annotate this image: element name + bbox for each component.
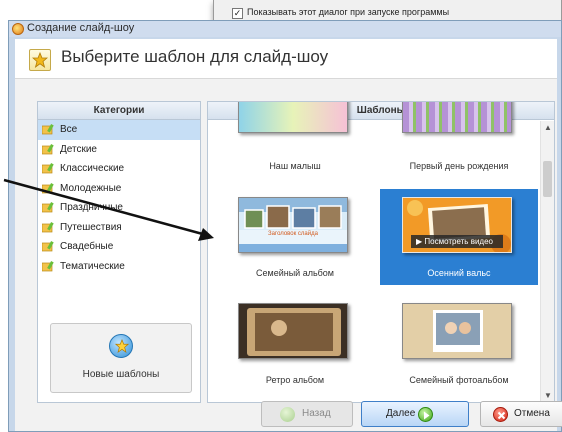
template-item-family-album[interactable]: Заголовок слайда Семейный альбом xyxy=(216,189,374,285)
new-templates-button[interactable]: Новые шаблоны xyxy=(50,323,192,393)
template-caption: Семейный фотоальбом xyxy=(409,375,509,385)
categories-list: Все Детские Классические Молодежные Праз… xyxy=(38,120,200,276)
back-button[interactable]: Назад xyxy=(261,401,353,427)
cancel-button[interactable]: Отмена xyxy=(480,401,562,427)
template-item-retro-album[interactable]: Ретро альбом xyxy=(216,293,374,393)
show-on-startup-checkbox[interactable]: ✓ xyxy=(232,8,243,19)
cancel-x-icon xyxy=(493,407,508,422)
scroll-up-icon[interactable]: ▲ xyxy=(541,121,554,135)
cancel-button-label: Отмена xyxy=(514,408,550,419)
category-item-kids[interactable]: Детские xyxy=(38,140,200,160)
template-caption: Наш малыш xyxy=(269,161,321,171)
next-arrow-icon xyxy=(418,407,433,422)
category-item-wedding[interactable]: Свадебные xyxy=(38,237,200,257)
star-template-icon xyxy=(29,49,51,71)
folder-pencil-icon xyxy=(42,260,54,271)
back-button-label: Назад xyxy=(302,408,331,419)
category-item-travel[interactable]: Путешествия xyxy=(38,218,200,238)
watch-video-button[interactable]: ▶ Посмотреть видео xyxy=(411,235,503,248)
template-thumbnail xyxy=(402,102,512,133)
category-label: Свадебные xyxy=(60,241,114,252)
category-item-all[interactable]: Все xyxy=(38,120,200,140)
window-title: Создание слайд-шоу xyxy=(27,22,135,34)
page-title: Выберите шаблон для слайд-шоу xyxy=(61,47,329,66)
screenshot-root: ✓ Показывать этот диалог при запуске про… xyxy=(0,0,562,432)
window-titlebar: Создание слайд-шоу xyxy=(9,21,561,37)
template-item-autumn-waltz[interactable]: ▶ Посмотреть видео Осенний вальс xyxy=(380,189,538,285)
category-item-classic[interactable]: Классические xyxy=(38,159,200,179)
wizard-header: Выберите шаблон для слайд-шоу xyxy=(15,39,557,79)
next-button[interactable]: Далее xyxy=(361,401,469,427)
folder-pencil-icon xyxy=(42,143,54,154)
template-thumbnail xyxy=(238,102,348,133)
category-label: Тематические xyxy=(60,260,125,272)
template-thumbnail xyxy=(402,303,512,359)
folder-pencil-icon xyxy=(42,163,54,174)
templates-panel: Шаблоны Наш малыш Первый день рождения З… xyxy=(207,101,555,403)
categories-header: Категории xyxy=(38,102,200,120)
category-label: Молодежные xyxy=(60,182,122,194)
templates-grid: Наш малыш Первый день рождения Заголовок… xyxy=(208,102,540,402)
folder-pencil-icon xyxy=(42,241,54,252)
categories-panel: Категории Все Детские Классические Молод… xyxy=(37,101,201,403)
template-thumbnail: ▶ Посмотреть видео xyxy=(402,197,512,253)
scroll-thumb[interactable] xyxy=(543,161,552,197)
template-item-first-birthday[interactable]: Первый день рождения xyxy=(380,102,538,183)
new-templates-label: Новые шаблоны xyxy=(82,369,160,380)
folder-pencil-icon xyxy=(42,124,54,135)
folder-pencil-icon xyxy=(42,202,54,213)
wizard-content: Выберите шаблон для слайд-шоу Категории … xyxy=(15,39,557,431)
category-label: Праздничные xyxy=(60,202,123,213)
star-globe-icon xyxy=(109,334,133,358)
template-caption: Ретро альбом xyxy=(265,375,325,385)
category-label: Все xyxy=(60,124,78,135)
category-item-holiday[interactable]: Праздничные xyxy=(38,198,200,218)
next-button-label: Далее xyxy=(386,408,416,419)
template-caption: Семейный альбом xyxy=(256,268,334,278)
templates-scrollbar[interactable]: ▲ ▼ xyxy=(540,121,554,402)
category-item-thematic[interactable]: Тематические xyxy=(38,257,200,277)
folder-pencil-icon xyxy=(42,221,54,232)
template-item-our-baby[interactable]: Наш малыш xyxy=(216,102,374,183)
back-arrow-icon xyxy=(280,407,295,422)
template-caption: Первый день рождения xyxy=(409,161,509,171)
category-label: Детские xyxy=(60,143,97,155)
show-on-startup-label: Показывать этот диалог при запуске прогр… xyxy=(247,7,450,17)
template-thumbnail: Заголовок слайда xyxy=(238,197,348,253)
template-item-family-photoalbum[interactable]: Семейный фотоальбом xyxy=(380,293,538,393)
category-item-youth[interactable]: Молодежные xyxy=(38,179,200,199)
folder-pencil-icon xyxy=(42,182,54,193)
category-label: Классические xyxy=(60,163,125,174)
app-icon xyxy=(12,23,24,35)
template-caption: Осенний вальс xyxy=(427,268,491,278)
category-label: Путешествия xyxy=(60,221,122,233)
template-thumbnail xyxy=(238,303,348,359)
watch-video-label: Посмотреть видео xyxy=(424,237,493,246)
slideshow-wizard-window: Создание слайд-шоу Выберите шаблон для с… xyxy=(8,20,562,432)
thumbnail-text: Заголовок слайда xyxy=(268,231,318,237)
